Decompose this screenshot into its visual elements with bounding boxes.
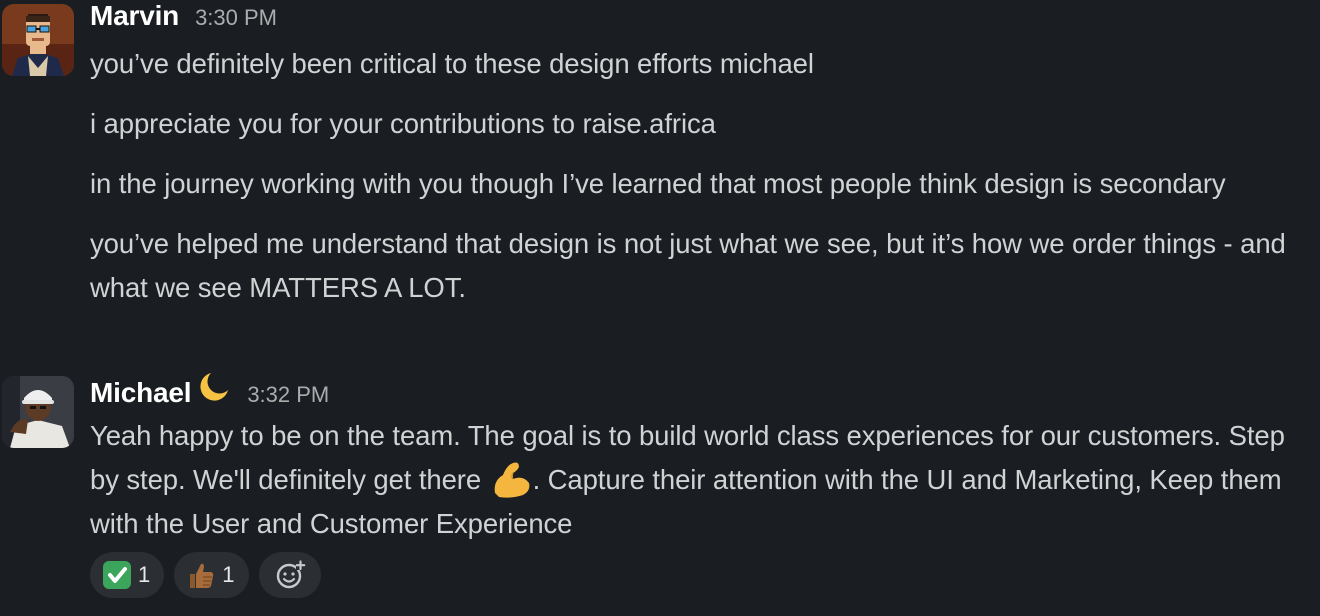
- avatar-michael[interactable]: [2, 376, 74, 448]
- flexed-biceps-icon: [494, 462, 529, 498]
- add-reaction-icon: [276, 560, 305, 589]
- author-name[interactable]: Michael: [90, 377, 192, 409]
- timestamp[interactable]: 3:30 PM: [195, 5, 277, 31]
- message-header: Marvin 3:30 PM: [90, 0, 277, 32]
- message-body: you’ve definitely been critical to these…: [90, 42, 1305, 310]
- cartoon-avatar-icon: [2, 4, 74, 76]
- reactions-bar: 1 1: [90, 552, 321, 598]
- message-paragraph: you’ve helped me understand that design …: [90, 228, 1286, 303]
- timestamp[interactable]: 3:32 PM: [247, 382, 329, 408]
- check-mark-button-icon: [103, 561, 131, 589]
- reaction-check-mark[interactable]: 1: [90, 552, 165, 598]
- message-header: Michael 3:32 PM: [90, 370, 329, 409]
- message-paragraph: in the journey working with you though I…: [90, 168, 1226, 199]
- message-paragraph: you’ve definitely been critical to these…: [90, 48, 814, 79]
- photo-avatar-icon: [2, 376, 74, 448]
- author-name[interactable]: Marvin: [90, 0, 179, 32]
- crescent-moon-icon[interactable]: [197, 370, 231, 402]
- thumbs-up-icon: [190, 563, 214, 588]
- reaction-count: 1: [222, 562, 235, 587]
- avatar-marvin[interactable]: [2, 4, 74, 76]
- reaction-count: 1: [138, 562, 151, 587]
- add-reaction-button[interactable]: [258, 552, 321, 598]
- message-paragraph: Yeah happy to be on the team. The goal i…: [90, 414, 1305, 546]
- message-paragraph: i appreciate you for your contributions …: [90, 108, 716, 139]
- reaction-thumbs-up[interactable]: 1: [174, 552, 249, 598]
- message-body: Yeah happy to be on the team. The goal i…: [90, 414, 1305, 546]
